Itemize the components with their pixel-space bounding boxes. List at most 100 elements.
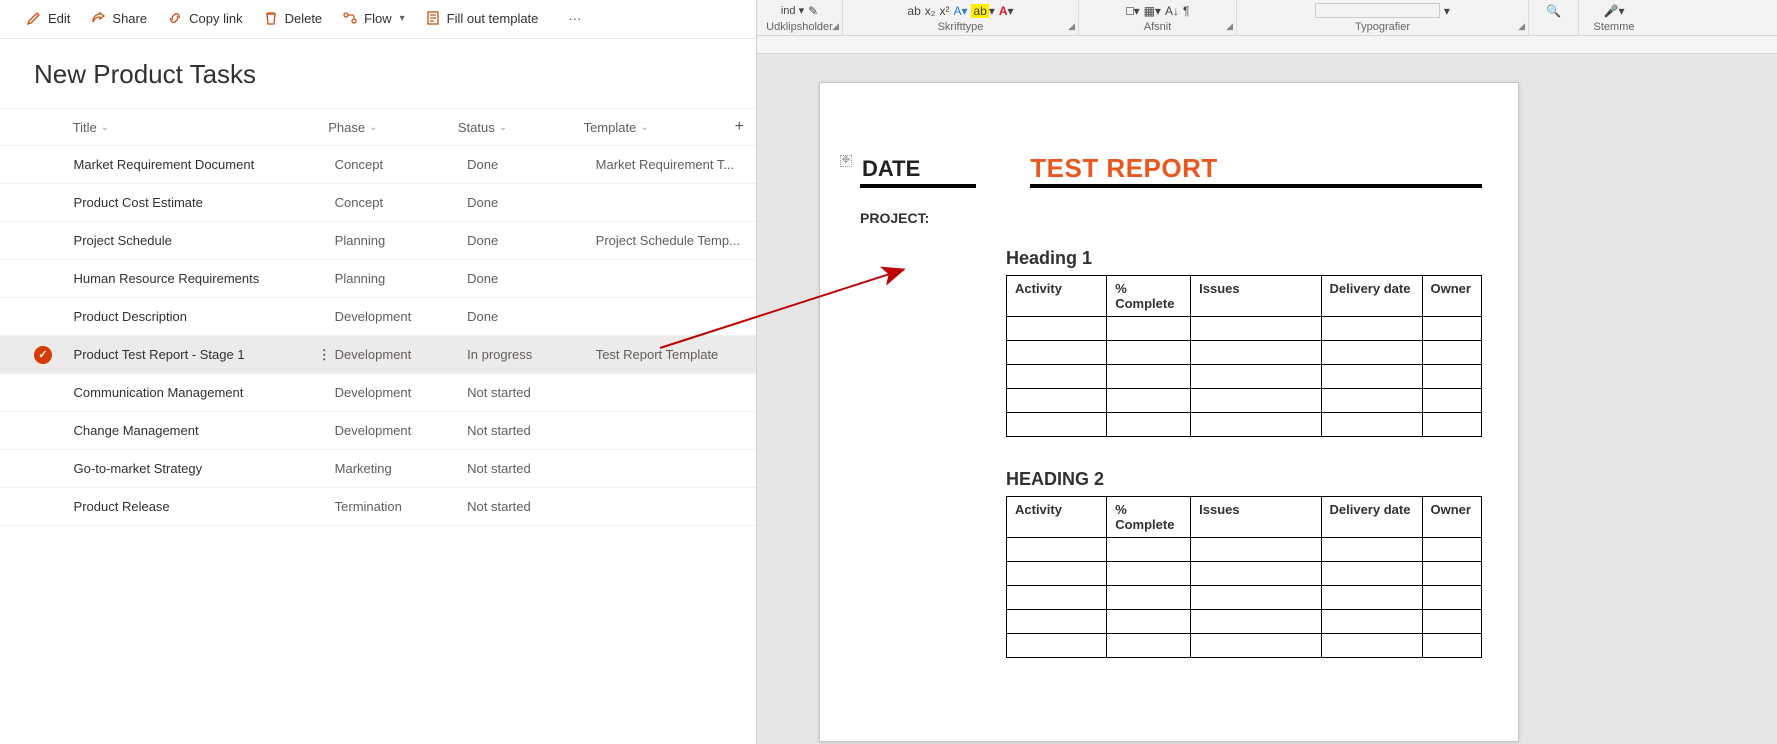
delete-label: Delete xyxy=(285,11,323,26)
highlight-icon[interactable]: ab▾ xyxy=(971,4,994,18)
row-status: Done xyxy=(467,195,596,210)
column-header-template[interactable]: Template⌄ xyxy=(584,120,729,135)
row-phase: Marketing xyxy=(335,461,467,476)
row-title[interactable]: Product Test Report - Stage 1 xyxy=(74,347,315,362)
check-circle-icon: ✓ xyxy=(34,346,52,364)
styles-expand-icon[interactable]: ▾ xyxy=(1444,4,1450,18)
table-row[interactable]: Change ManagementDevelopmentNot started xyxy=(0,412,756,450)
th-issues[interactable]: Issues xyxy=(1191,497,1321,538)
th-delivery[interactable]: Delivery date xyxy=(1321,276,1422,317)
report-table-1[interactable]: Activity % Complete Issues Delivery date… xyxy=(1006,275,1482,437)
table-row[interactable]: Market Requirement DocumentConceptDoneMa… xyxy=(0,146,756,184)
project-label[interactable]: PROJECT: xyxy=(860,210,980,226)
column-header-title[interactable]: Title⌄ xyxy=(73,120,329,135)
shading-icon[interactable]: ▾ xyxy=(1126,4,1140,18)
chevron-down-icon: ▾ xyxy=(400,13,405,24)
heading-2[interactable]: HEADING 2 xyxy=(1006,469,1482,490)
ribbon-group-styles: ▾ Typografier ◢ xyxy=(1237,0,1529,35)
trash-icon xyxy=(263,10,279,26)
row-template: Test Report Template xyxy=(596,347,744,362)
more-label: ··· xyxy=(568,11,581,26)
column-header-phase[interactable]: Phase⌄ xyxy=(328,120,458,135)
edit-button[interactable]: Edit xyxy=(18,6,78,30)
fill-template-button[interactable]: Fill out template xyxy=(417,6,547,30)
th-complete[interactable]: % Complete xyxy=(1107,497,1191,538)
borders-icon[interactable]: ▦▾ xyxy=(1144,4,1161,18)
dictate-icon[interactable]: 🎤▾ xyxy=(1604,4,1625,18)
superscript-icon[interactable]: x² xyxy=(939,4,949,18)
row-title[interactable]: Product Cost Estimate xyxy=(74,195,335,210)
share-button[interactable]: Share xyxy=(82,6,155,30)
report-title[interactable]: TEST REPORT xyxy=(1030,153,1482,188)
th-complete[interactable]: % Complete xyxy=(1107,276,1191,317)
strikethrough-icon[interactable]: ab xyxy=(907,4,920,18)
dialog-launcher-icon[interactable]: ◢ xyxy=(1518,21,1525,32)
table-row[interactable]: Product DescriptionDevelopmentDone xyxy=(0,298,756,336)
table-row[interactable]: Human Resource RequirementsPlanningDone xyxy=(0,260,756,298)
th-issues[interactable]: Issues xyxy=(1191,276,1321,317)
th-owner[interactable]: Owner xyxy=(1422,497,1482,538)
column-header-status[interactable]: Status⌄ xyxy=(458,120,584,135)
row-title[interactable]: Product Description xyxy=(74,309,335,324)
row-title[interactable]: Change Management xyxy=(74,423,335,438)
flow-button[interactable]: Flow ▾ xyxy=(334,6,412,30)
command-bar: Edit Share Copy link Delete Flow ▾ xyxy=(0,0,756,39)
link-icon xyxy=(167,10,183,26)
list-title: New Product Tasks xyxy=(0,39,756,108)
more-commands-button[interactable]: ··· xyxy=(560,7,589,30)
heading-1[interactable]: Heading 1 xyxy=(1006,248,1482,269)
subscript-icon[interactable]: x₂ xyxy=(925,4,936,18)
ribbon-group-font: ab x₂ x² A▾ ab▾ A▾ Skrifttype ◢ xyxy=(843,0,1079,35)
th-delivery[interactable]: Delivery date xyxy=(1321,497,1422,538)
table-row[interactable]: Project SchedulePlanningDoneProject Sche… xyxy=(0,222,756,260)
paste-button[interactable]: ind ▾ xyxy=(781,4,804,17)
row-status: Not started xyxy=(467,499,596,514)
styles-gallery[interactable] xyxy=(1315,3,1440,18)
copy-link-label: Copy link xyxy=(189,11,242,26)
find-icon[interactable]: 🔍 xyxy=(1546,4,1561,18)
show-marks-icon[interactable]: ¶ xyxy=(1183,4,1189,18)
row-title[interactable]: Go-to-market Strategy xyxy=(74,461,335,476)
document-scroll-area[interactable]: ✥ DATE TEST REPORT PROJECT: Heading 1 Ac… xyxy=(757,54,1777,744)
table-row[interactable]: Product Cost EstimateConceptDone xyxy=(0,184,756,222)
row-select-indicator[interactable]: ✓ xyxy=(34,346,74,364)
font-color-icon[interactable]: A▾ xyxy=(999,4,1014,18)
row-status: In progress xyxy=(467,347,596,362)
table-anchor-icon[interactable]: ✥ xyxy=(840,155,852,167)
row-title[interactable]: Project Schedule xyxy=(74,233,335,248)
row-title[interactable]: Product Release xyxy=(74,499,335,514)
row-phase: Planning xyxy=(335,271,467,286)
sort-icon[interactable]: A↓ xyxy=(1165,4,1179,18)
dialog-launcher-icon[interactable]: ◢ xyxy=(1226,21,1233,32)
row-status: Not started xyxy=(467,461,596,476)
row-more-button[interactable]: ⋮ xyxy=(315,347,335,363)
ribbon-group-voice: 🎤▾ Stemme xyxy=(1579,0,1649,35)
row-title[interactable]: Market Requirement Document xyxy=(74,157,335,172)
table-row[interactable]: Go-to-market StrategyMarketingNot starte… xyxy=(0,450,756,488)
row-title[interactable]: Communication Management xyxy=(74,385,335,400)
edit-label: Edit xyxy=(48,11,70,26)
date-heading[interactable]: DATE xyxy=(860,156,976,188)
dialog-launcher-icon[interactable]: ◢ xyxy=(1068,21,1075,32)
th-activity[interactable]: Activity xyxy=(1007,497,1107,538)
table-row[interactable]: ✓Product Test Report - Stage 1⋮Developme… xyxy=(0,336,756,374)
add-column-button[interactable]: + xyxy=(729,118,744,136)
document-page[interactable]: ✥ DATE TEST REPORT PROJECT: Heading 1 Ac… xyxy=(819,82,1519,742)
format-painter-icon[interactable]: ✎ xyxy=(808,4,818,18)
dialog-launcher-icon[interactable]: ◢ xyxy=(832,21,839,32)
table-row[interactable]: Product ReleaseTerminationNot started xyxy=(0,488,756,526)
th-owner[interactable]: Owner xyxy=(1422,276,1482,317)
flow-icon xyxy=(342,10,358,26)
table-row[interactable]: Communication ManagementDevelopmentNot s… xyxy=(0,374,756,412)
th-activity[interactable]: Activity xyxy=(1007,276,1107,317)
row-title[interactable]: Human Resource Requirements xyxy=(74,271,335,286)
row-template: Project Schedule Temp... xyxy=(596,233,744,248)
share-label: Share xyxy=(112,11,147,26)
report-table-2[interactable]: Activity % Complete Issues Delivery date… xyxy=(1006,496,1482,658)
row-status: Not started xyxy=(467,385,596,400)
chevron-down-icon: ⌄ xyxy=(369,122,377,133)
delete-button[interactable]: Delete xyxy=(255,6,331,30)
text-effects-icon[interactable]: A▾ xyxy=(953,4,967,18)
copy-link-button[interactable]: Copy link xyxy=(159,6,250,30)
row-phase: Termination xyxy=(335,499,467,514)
